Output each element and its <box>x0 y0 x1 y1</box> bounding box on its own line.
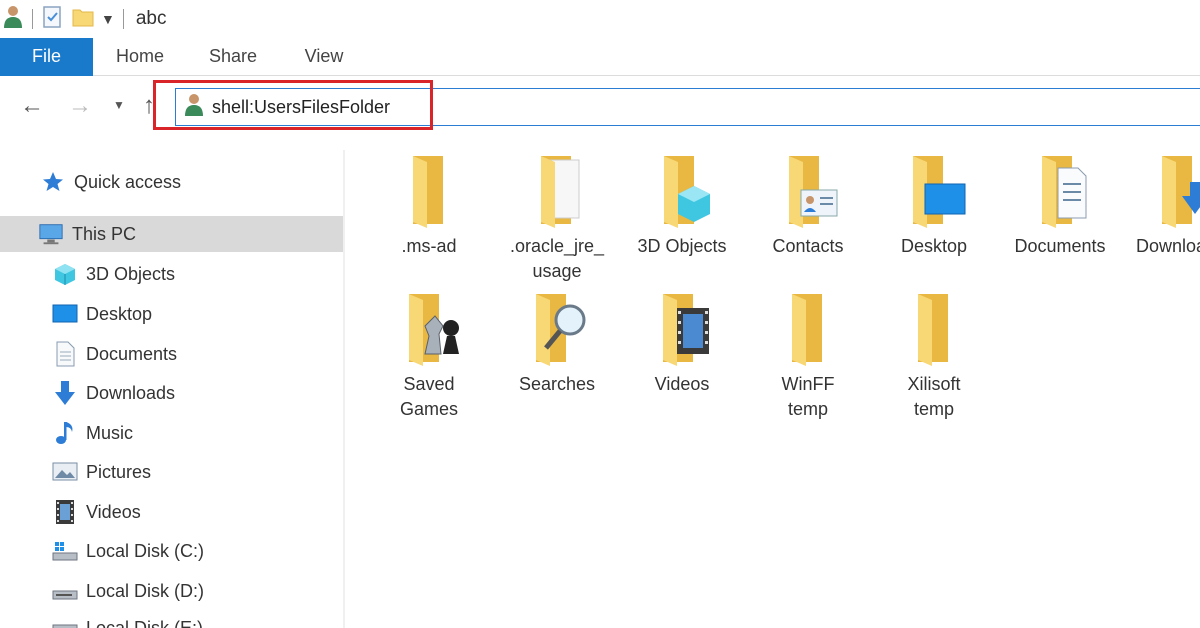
music-note-icon <box>52 420 78 446</box>
3d-objects-folder-icon <box>664 156 710 228</box>
properties-icon[interactable] <box>41 5 63 34</box>
forward-arrow-icon[interactable]: → <box>68 92 92 120</box>
folder-item[interactable]: Documents <box>1001 152 1119 259</box>
sidebar-item-quick-access[interactable]: Quick access <box>0 164 343 200</box>
desktop-icon <box>52 301 78 327</box>
sidebar-item-label: Desktop <box>86 303 153 324</box>
sidebar-item-label: This PC <box>72 223 137 244</box>
saved-games-folder-icon <box>409 294 459 366</box>
title-bar: ▼ abc <box>0 0 1200 38</box>
picture-icon <box>52 459 78 485</box>
navigation-pane: Quick access This PC 3D Objects Desktop … <box>0 150 343 628</box>
sidebar-item-label: Videos <box>86 501 141 522</box>
sidebar-item-desktop[interactable]: Desktop <box>0 296 343 332</box>
folder-icon <box>918 294 948 366</box>
file-name: WinFF temp <box>781 374 835 419</box>
sidebar-item-label: 3D Objects <box>86 263 176 284</box>
sidebar-item-3d-objects[interactable]: 3D Objects <box>0 256 343 292</box>
film-icon <box>52 499 78 525</box>
folder-item[interactable]: Xilisoft temp <box>875 290 993 422</box>
sidebar-item-downloads[interactable]: Downloads <box>0 375 343 411</box>
tab-home[interactable]: Home <box>93 38 187 76</box>
sidebar-item-local-disk-e[interactable]: Local Disk (E:) <box>0 612 343 628</box>
folder-icon <box>413 156 443 228</box>
document-icon <box>52 341 78 367</box>
sidebar-item-label: Local Disk (D:) <box>86 580 205 601</box>
back-arrow-icon[interactable]: ← <box>20 92 44 120</box>
sidebar-item-label: Local Disk (C:) <box>86 540 205 561</box>
folder-item[interactable]: WinFF temp <box>749 290 867 422</box>
file-name: Xilisoft temp <box>907 374 961 419</box>
folder-item[interactable]: .oracle_jre_ usage <box>498 152 616 284</box>
folder-item[interactable]: Desktop <box>875 152 993 259</box>
file-name: Desktop <box>900 236 968 256</box>
tab-share[interactable]: Share <box>187 38 279 76</box>
sidebar-item-label: Quick access <box>74 171 182 192</box>
folder-icon <box>792 294 822 366</box>
address-bar[interactable] <box>175 88 1200 126</box>
folder-item[interactable]: Saved Games <box>370 290 488 422</box>
file-name: Videos <box>654 374 710 394</box>
customize-toolbar-icon[interactable]: ▼ <box>101 11 115 27</box>
new-folder-icon[interactable] <box>71 5 95 34</box>
file-name: .oracle_jre_ usage <box>509 236 605 281</box>
drive-icon <box>52 578 78 604</box>
searches-folder-icon <box>536 294 586 366</box>
folder-item[interactable]: Downloads <box>1128 152 1200 259</box>
sidebar-item-label: Documents <box>86 343 178 364</box>
file-name: 3D Objects <box>637 236 727 256</box>
tab-view[interactable]: View <box>279 38 369 76</box>
sidebar-item-music[interactable]: Music <box>0 415 343 451</box>
file-name: Saved Games <box>399 374 459 419</box>
file-name: Contacts <box>772 236 844 256</box>
file-list: .ms-ad .oracle_jre_ usage 3D Objects Con… <box>380 140 1200 628</box>
folder-item[interactable]: 3D Objects <box>623 152 741 259</box>
sidebar-item-pictures[interactable]: Pictures <box>0 454 343 490</box>
folder-with-document-icon <box>541 156 580 228</box>
windows-drive-icon <box>52 538 78 564</box>
sidebar-item-this-pc[interactable]: This PC <box>0 216 343 252</box>
tab-file[interactable]: File <box>0 37 93 76</box>
sidebar-item-documents[interactable]: Documents <box>0 336 343 372</box>
ribbon-tabs: File Home Share View <box>0 37 1200 76</box>
drive-icon <box>52 612 78 628</box>
sidebar-item-label: Local Disk (E:) <box>86 618 204 628</box>
file-name: .ms-ad <box>401 236 457 256</box>
contacts-folder-icon <box>789 156 838 228</box>
computer-icon <box>38 221 64 247</box>
up-arrow-icon[interactable]: ↑ <box>143 92 155 120</box>
sidebar-item-label: Music <box>86 422 134 443</box>
folder-item[interactable]: Videos <box>623 290 741 397</box>
sidebar-item-local-disk-c[interactable]: Local Disk (C:) <box>0 533 343 569</box>
sidebar-item-videos[interactable]: Videos <box>0 494 343 530</box>
cube-icon <box>52 261 78 287</box>
folder-item[interactable]: .ms-ad <box>370 152 488 259</box>
title-separator-2 <box>122 9 124 29</box>
file-name: Documents <box>1014 236 1106 256</box>
user-location-icon <box>184 93 204 122</box>
folder-item[interactable]: Contacts <box>749 152 867 259</box>
documents-folder-icon <box>1042 156 1087 228</box>
window-title: abc <box>135 8 167 29</box>
navigation-bar: ← → ▼ ↑ <box>0 76 1200 136</box>
sidebar-item-label: Pictures <box>86 461 152 482</box>
file-name: Downloads <box>1136 236 1200 256</box>
sidebar-item-label: Downloads <box>86 382 176 403</box>
recent-locations-chevron-icon[interactable]: ▼ <box>113 98 125 112</box>
videos-folder-icon <box>663 294 709 366</box>
user-folder-icon <box>2 4 24 35</box>
folder-item[interactable]: Searches <box>498 290 616 397</box>
pane-divider[interactable] <box>343 150 345 628</box>
title-separator <box>32 9 33 29</box>
star-icon <box>40 169 66 195</box>
file-name: Searches <box>518 374 596 394</box>
address-input[interactable] <box>212 96 612 118</box>
desktop-folder-icon <box>913 156 966 228</box>
sidebar-item-local-disk-d[interactable]: Local Disk (D:) <box>0 573 343 609</box>
download-arrow-icon <box>52 380 78 406</box>
downloads-folder-icon <box>1162 156 1200 228</box>
